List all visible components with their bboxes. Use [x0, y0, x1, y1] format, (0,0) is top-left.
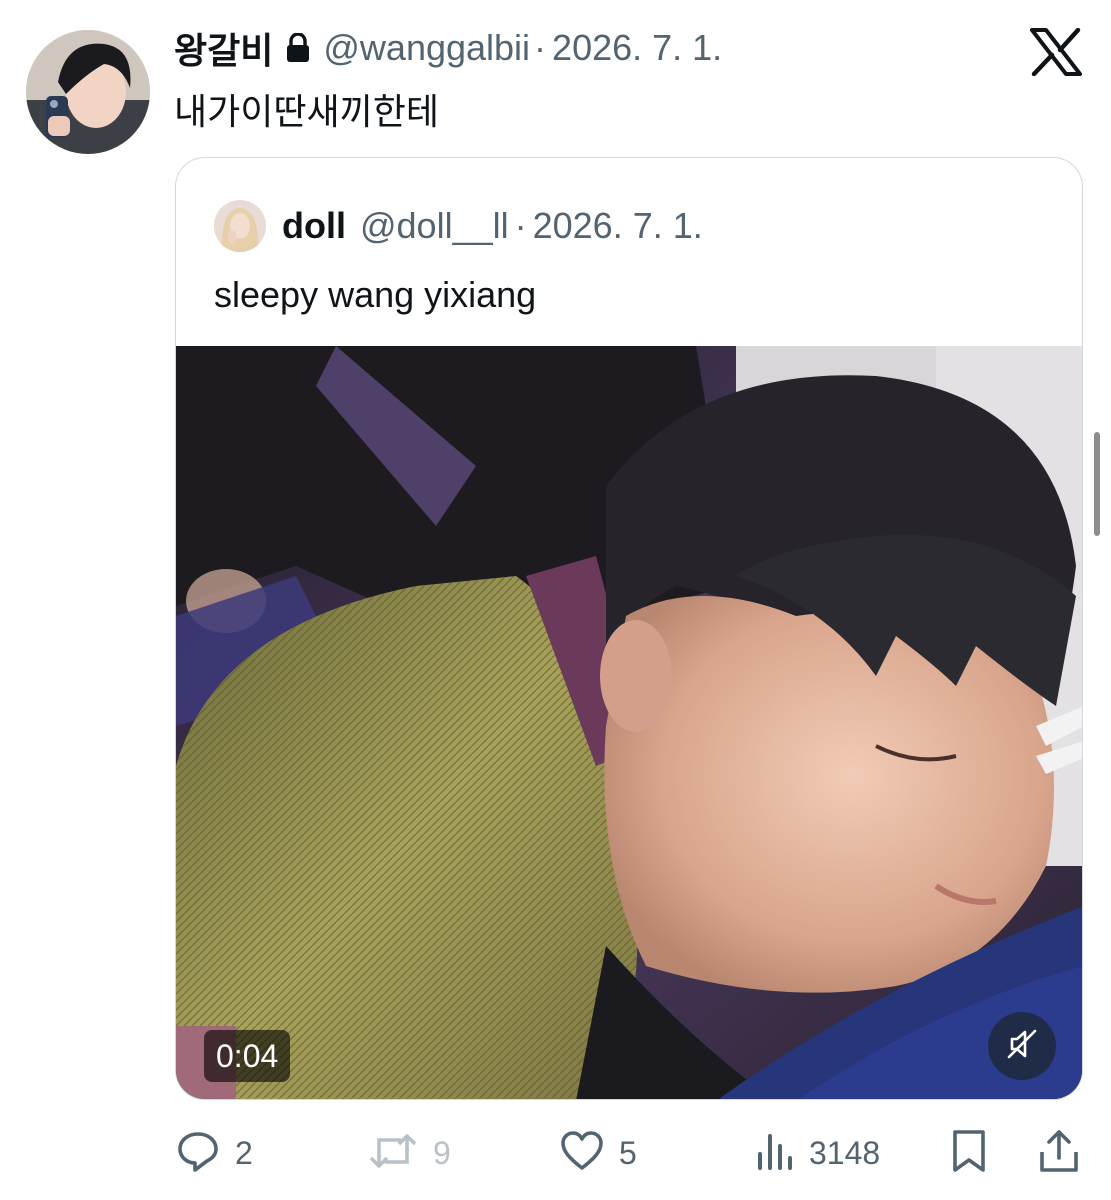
repost-button[interactable]: 9 [367, 1126, 451, 1180]
quote-header: doll @doll__ll · 2026. 7. 1. [282, 202, 703, 250]
speaker-muted-icon [1005, 1027, 1039, 1066]
views-count: 3148 [809, 1134, 881, 1171]
views-icon [755, 1128, 795, 1179]
quote-author-handle[interactable]: @doll__ll [360, 205, 509, 247]
author-avatar[interactable] [26, 30, 150, 154]
share-icon [1037, 1128, 1081, 1179]
quote-author-avatar[interactable] [214, 200, 266, 252]
tweet-date[interactable]: 2026. 7. 1. [552, 27, 722, 69]
tweet-text: 내가이딴새끼한테 [174, 92, 439, 133]
reply-button[interactable]: 2 [175, 1126, 253, 1180]
tweet-header: 왕갈비 @wanggalbii · 2026. 7. 1. [174, 26, 722, 72]
reply-count: 2 [235, 1134, 253, 1171]
tweet-action-bar: 2 9 5 3148 [175, 1126, 1085, 1180]
heart-icon [559, 1128, 605, 1179]
quoted-tweet-card[interactable]: doll @doll__ll · 2026. 7. 1. sleepy wang… [175, 157, 1083, 1100]
author-handle[interactable]: @wanggalbii [323, 27, 530, 69]
quote-text: sleepy wang yixiang [214, 274, 537, 315]
separator-dot: · [514, 205, 527, 246]
scrollbar-thumb[interactable] [1094, 432, 1100, 536]
mute-toggle-button[interactable] [988, 1012, 1056, 1080]
repost-count: 9 [433, 1134, 451, 1171]
separator-dot: · [534, 27, 547, 68]
video-player[interactable]: 0:04 [176, 346, 1082, 1099]
repost-icon [367, 1128, 419, 1179]
author-display-name[interactable]: 왕갈비 [174, 22, 273, 74]
video-duration: 0:04 [204, 1030, 291, 1082]
x-logo-icon [1030, 27, 1082, 77]
like-button[interactable]: 5 [559, 1126, 637, 1180]
reply-icon [175, 1128, 221, 1179]
quote-date[interactable]: 2026. 7. 1. [533, 205, 703, 247]
video-frame [176, 346, 1082, 1099]
lock-icon [285, 33, 311, 63]
like-count: 5 [619, 1134, 637, 1171]
bookmark-button[interactable] [949, 1126, 989, 1180]
bookmark-icon [949, 1128, 989, 1179]
quote-author-display-name[interactable]: doll [282, 205, 346, 247]
views-button[interactable]: 3148 [755, 1126, 880, 1180]
share-button[interactable] [1037, 1126, 1081, 1180]
